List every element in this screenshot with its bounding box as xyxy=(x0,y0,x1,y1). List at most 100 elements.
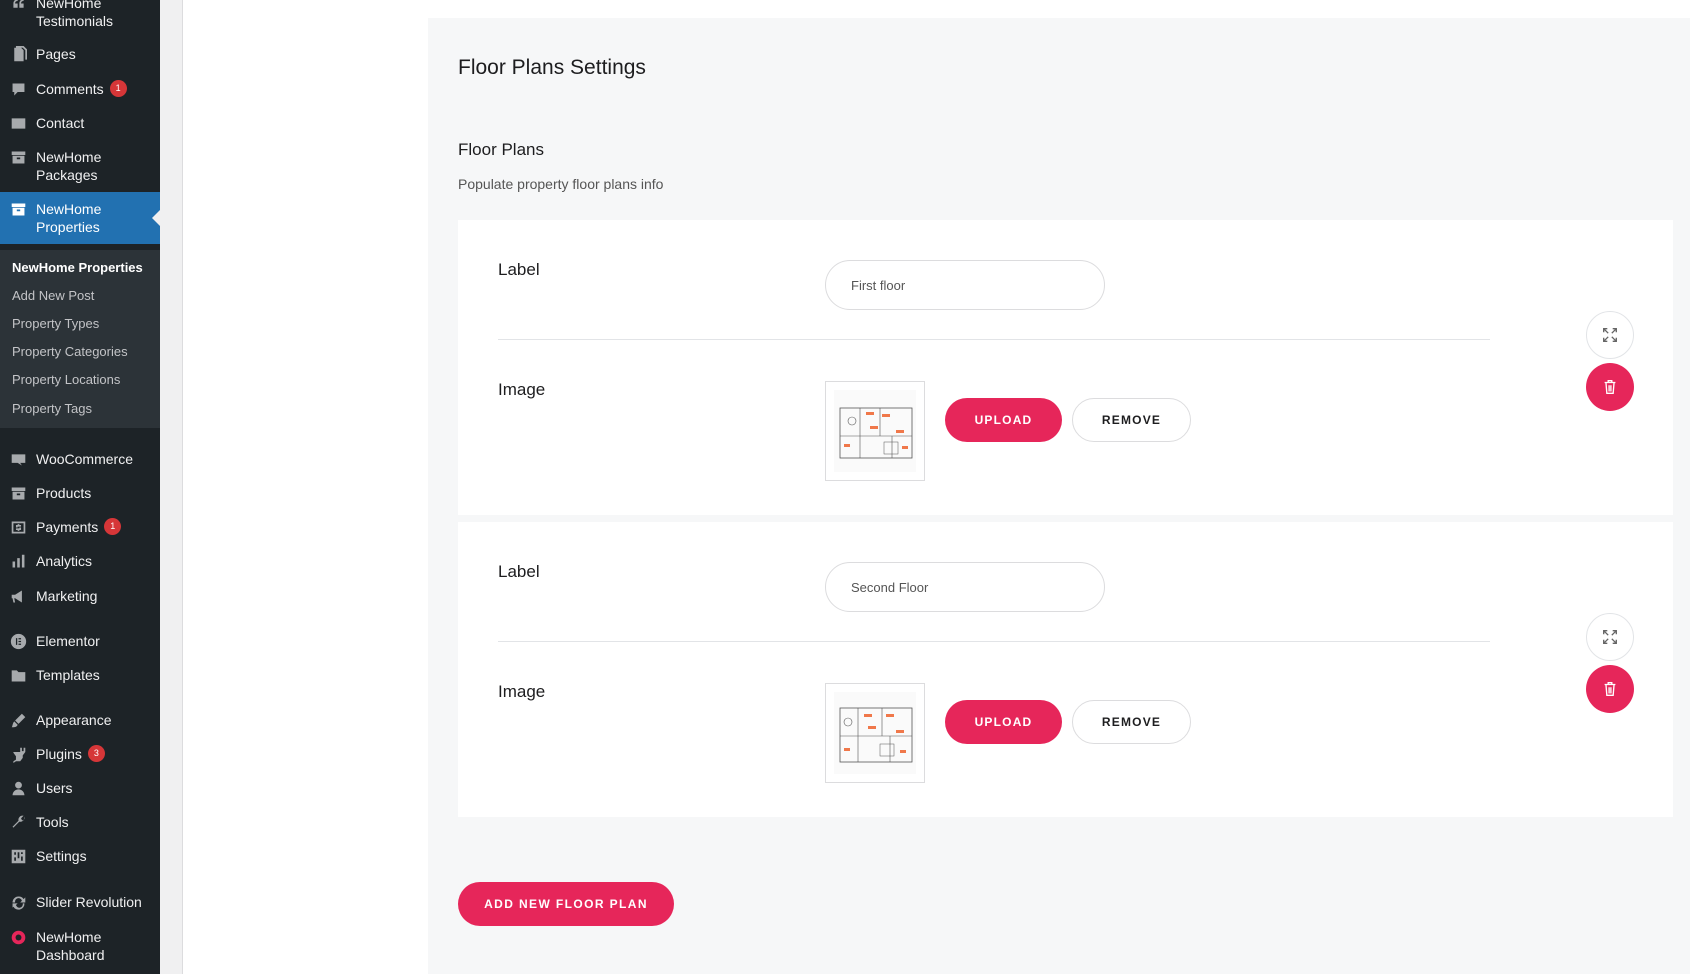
menu-item-analytics[interactable]: Analytics xyxy=(0,552,160,570)
menu-item-payments[interactable]: Payments 1 xyxy=(0,518,160,536)
submenu-item-property-locations[interactable]: Property Locations xyxy=(12,372,120,387)
menu-item-properties[interactable]: NewHome Properties xyxy=(0,192,160,244)
menu-item-testimonials[interactable]: NewHome Testimonials xyxy=(0,0,160,30)
trash-icon xyxy=(1604,682,1616,696)
section-description: Populate property floor plans info xyxy=(458,176,664,192)
floor-label-input[interactable] xyxy=(825,260,1105,310)
page-panel: Floor Plans Settings Floor Plans Populat… xyxy=(182,0,1690,974)
upload-button[interactable]: UPLOAD xyxy=(945,700,1062,744)
menu-label: NewHome Packages xyxy=(36,149,102,183)
menu-item-comments[interactable]: Comments 1 xyxy=(0,80,160,98)
menu-label: NewHome Properties xyxy=(36,201,102,235)
payments-count-badge: 1 xyxy=(104,518,122,535)
floor-plan-card: Label Image xyxy=(458,220,1673,515)
menu-label: Analytics xyxy=(36,553,93,569)
trash-icon xyxy=(1604,380,1616,394)
menu-label: Users xyxy=(36,780,73,796)
menu-item-contact[interactable]: Contact xyxy=(0,114,160,132)
plugins-count-badge: 3 xyxy=(87,745,105,762)
floor-plans-settings: Floor Plans Settings Floor Plans Populat… xyxy=(428,18,1690,974)
megaphone-icon xyxy=(8,587,28,605)
divider xyxy=(498,641,1490,642)
menu-label: Slider Revolution xyxy=(36,894,142,910)
menu-item-newhome-dashboard[interactable]: NewHome Dashboard xyxy=(0,928,160,964)
menu-item-pages[interactable]: Pages xyxy=(0,45,160,63)
menu-label: Plugins xyxy=(36,746,82,762)
menu-label: Tools xyxy=(36,814,69,830)
plug-icon xyxy=(8,745,28,763)
active-indicator xyxy=(152,210,160,226)
admin-sidebar: NewHome Testimonials Pages Comments 1 Co… xyxy=(0,0,160,974)
comment-icon xyxy=(8,80,28,98)
brush-icon xyxy=(8,711,28,729)
expand-button[interactable] xyxy=(1586,311,1634,359)
expand-button[interactable] xyxy=(1586,613,1634,661)
remove-button[interactable]: REMOVE xyxy=(1072,398,1191,442)
image-field-title: Image xyxy=(498,682,546,701)
menu-label: Pages xyxy=(36,46,76,62)
menu-item-elementor[interactable]: Elementor xyxy=(0,632,160,650)
menu-item-settings[interactable]: Settings xyxy=(0,847,160,865)
submenu-item-property-categories[interactable]: Property Categories xyxy=(12,344,128,359)
refresh-icon xyxy=(8,893,28,911)
submenu-item-property-tags[interactable]: Property Tags xyxy=(12,401,92,416)
menu-item-packages[interactable]: NewHome Packages xyxy=(0,148,160,184)
menu-label: Elementor xyxy=(36,633,100,649)
mail-icon xyxy=(8,114,28,132)
floor-plan-card: Label Image xyxy=(458,522,1673,817)
menu-label: Templates xyxy=(36,667,100,683)
menu-label: Appearance xyxy=(36,712,112,728)
dollar-icon xyxy=(8,518,28,536)
floor-plan-thumbnail xyxy=(825,683,925,783)
comments-count-badge: 1 xyxy=(109,80,127,97)
menu-label: Marketing xyxy=(36,588,98,604)
submenu-item-property-types[interactable]: Property Types xyxy=(12,316,99,331)
page-icon xyxy=(8,45,28,63)
main-content: Floor Plans Settings Floor Plans Populat… xyxy=(160,0,1690,974)
properties-submenu: NewHome Properties Add New Post Property… xyxy=(0,250,160,428)
user-icon xyxy=(8,779,28,797)
bar-chart-icon xyxy=(8,552,28,570)
menu-item-templates[interactable]: Templates xyxy=(0,666,160,684)
sliders-icon xyxy=(8,847,28,865)
menu-item-products[interactable]: Products xyxy=(0,484,160,502)
archive-icon xyxy=(8,484,28,502)
expand-icon xyxy=(1603,630,1617,644)
menu-item-woocommerce[interactable]: WooCommerce xyxy=(0,450,160,468)
menu-item-users[interactable]: Users xyxy=(0,779,160,797)
menu-item-marketing[interactable]: Marketing xyxy=(0,587,160,605)
circle-icon xyxy=(8,928,28,946)
submenu-item-add-new[interactable]: Add New Post xyxy=(12,288,94,303)
menu-label: Payments xyxy=(36,519,99,535)
elementor-icon xyxy=(8,632,28,650)
remove-button[interactable]: REMOVE xyxy=(1072,700,1191,744)
image-field-title: Image xyxy=(498,380,546,399)
add-floor-plan-button[interactable]: ADD NEW FLOOR PLAN xyxy=(458,882,674,926)
folder-icon xyxy=(8,666,28,684)
menu-label: Products xyxy=(36,485,92,501)
wrench-icon xyxy=(8,813,28,831)
menu-item-tools[interactable]: Tools xyxy=(0,813,160,831)
menu-label: NewHome Dashboard xyxy=(36,929,105,963)
menu-item-appearance[interactable]: Appearance xyxy=(0,711,160,729)
divider xyxy=(498,339,1490,340)
label-field-title: Label xyxy=(498,562,540,581)
delete-button[interactable] xyxy=(1586,363,1634,411)
woo-icon xyxy=(8,450,28,468)
expand-icon xyxy=(1603,328,1617,342)
floor-plan-thumbnail xyxy=(825,381,925,481)
delete-button[interactable] xyxy=(1586,665,1634,713)
floor-label-input[interactable] xyxy=(825,562,1105,612)
menu-label: Settings xyxy=(36,848,87,864)
submenu-item-all-properties[interactable]: NewHome Properties xyxy=(12,260,143,275)
menu-label: WooCommerce xyxy=(36,451,133,467)
menu-label: Comments xyxy=(36,81,104,97)
menu-item-plugins[interactable]: Plugins 3 xyxy=(0,745,160,763)
menu-item-slider-revolution[interactable]: Slider Revolution xyxy=(0,893,160,911)
archive-icon xyxy=(8,148,28,166)
quote-icon xyxy=(8,0,28,12)
upload-button[interactable]: UPLOAD xyxy=(945,398,1062,442)
menu-label: Contact xyxy=(36,115,85,131)
settings-title: Floor Plans Settings xyxy=(458,56,646,79)
section-title: Floor Plans xyxy=(458,140,544,159)
